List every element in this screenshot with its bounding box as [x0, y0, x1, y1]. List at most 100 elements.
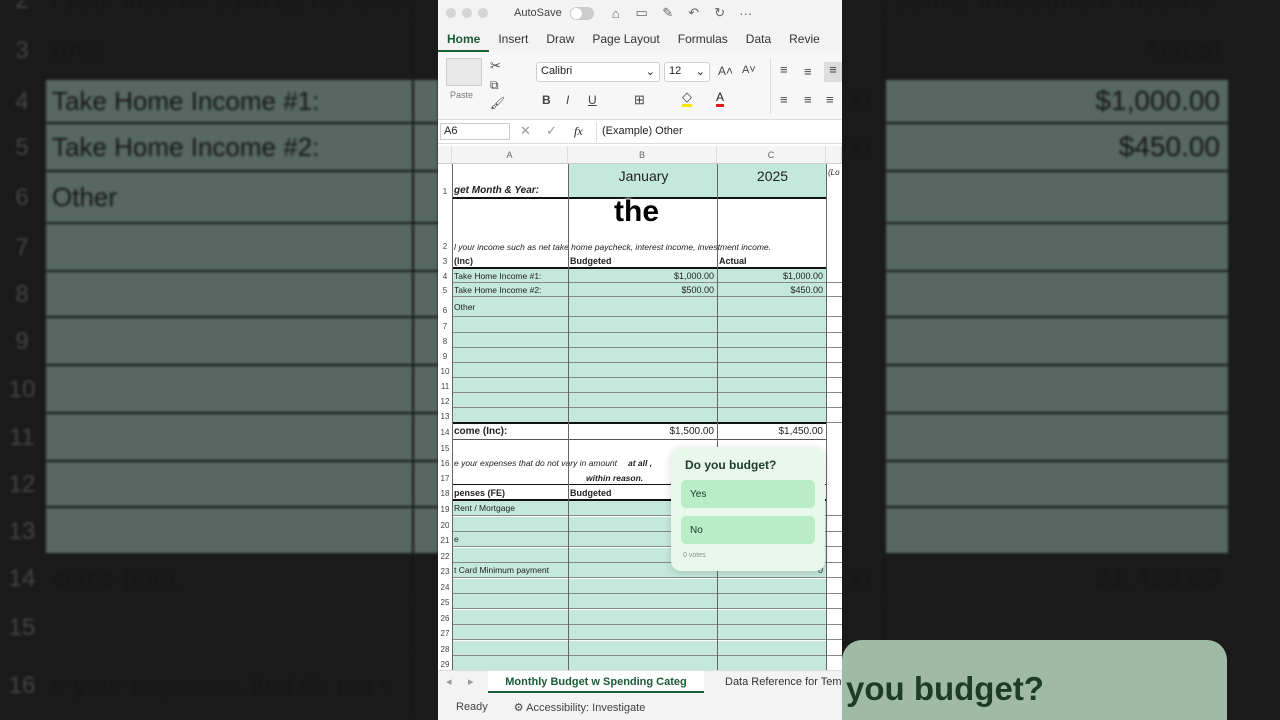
row-number[interactable]: 22 — [438, 552, 452, 561]
table-cell[interactable] — [826, 501, 842, 516]
table-cell[interactable] — [452, 578, 568, 594]
row-number[interactable]: 14 — [438, 428, 452, 437]
table-cell[interactable] — [717, 348, 826, 363]
align-bottom-icon[interactable]: ≡ — [824, 62, 842, 82]
tab-page-layout[interactable]: Page Layout — [583, 26, 668, 52]
table-cell[interactable]: come (Inc): — [452, 424, 568, 439]
row-number[interactable]: 3 — [438, 257, 452, 266]
table-cell[interactable]: $1,000.00 — [717, 269, 826, 283]
table-cell[interactable] — [826, 594, 842, 609]
cancel-icon[interactable]: ✕ — [520, 123, 531, 139]
table-cell[interactable] — [717, 640, 826, 656]
table-cell[interactable]: penses (FE) — [452, 485, 568, 500]
row-number[interactable]: 10 — [438, 367, 452, 376]
row-number[interactable]: 12 — [438, 397, 452, 406]
table-cell[interactable] — [568, 297, 717, 317]
table-cell[interactable] — [568, 656, 717, 670]
table-cell[interactable] — [717, 297, 826, 317]
borders-icon[interactable]: ⊞ — [634, 92, 645, 108]
table-cell[interactable] — [826, 517, 842, 532]
row-number[interactable]: 16 — [438, 459, 452, 468]
table-cell[interactable]: $1,450.00 — [717, 424, 826, 439]
row-number[interactable]: 9 — [438, 352, 452, 361]
table-cell[interactable] — [826, 348, 842, 363]
table-cell[interactable] — [717, 609, 826, 625]
table-cell[interactable]: $500.00 — [568, 283, 717, 297]
table-cell[interactable] — [717, 393, 826, 408]
zoom-dot[interactable] — [478, 8, 488, 18]
table-cell[interactable] — [452, 594, 568, 609]
table-cell[interactable] — [568, 333, 717, 348]
row-number[interactable]: 7 — [438, 322, 452, 331]
save-icon[interactable]: ▭ — [632, 5, 652, 21]
table-cell[interactable] — [826, 563, 842, 578]
column-header-d[interactable] — [826, 146, 842, 164]
table-cell[interactable] — [826, 656, 842, 670]
clipboard-icon[interactable] — [446, 58, 482, 86]
tab-data[interactable]: Data — [737, 26, 780, 52]
function-icon[interactable]: fx — [574, 124, 583, 139]
autosave-toggle[interactable] — [569, 6, 594, 20]
table-cell[interactable] — [452, 609, 568, 625]
table-cell[interactable] — [452, 547, 568, 563]
table-cell[interactable]: Rent / Mortgage — [452, 501, 568, 516]
underline-button[interactable]: U — [588, 93, 597, 107]
table-cell[interactable] — [826, 625, 842, 640]
table-cell[interactable] — [452, 516, 568, 532]
row-number[interactable]: 29 — [438, 660, 452, 669]
minimize-dot[interactable] — [462, 8, 472, 18]
tab-draw[interactable]: Draw — [537, 26, 583, 52]
more-icon[interactable]: ··· — [736, 6, 756, 21]
table-cell[interactable]: $1,000.00 — [568, 269, 717, 283]
poll-option-no[interactable]: No — [681, 516, 815, 544]
table-cell[interactable] — [452, 393, 568, 408]
table-cell[interactable] — [452, 656, 568, 670]
row-number[interactable]: 28 — [438, 645, 452, 654]
table-cell[interactable] — [826, 641, 842, 656]
table-cell[interactable] — [826, 408, 842, 423]
table-cell[interactable] — [452, 640, 568, 656]
row-number[interactable]: 20 — [438, 521, 452, 530]
table-cell[interactable] — [717, 317, 826, 333]
table-cell[interactable] — [568, 363, 717, 378]
tab-formulas[interactable]: Formulas — [669, 26, 737, 52]
table-cell[interactable] — [826, 317, 842, 333]
align-right-icon[interactable]: ≡ — [826, 92, 834, 107]
row-number[interactable]: 25 — [438, 598, 452, 607]
row-number[interactable]: 27 — [438, 629, 452, 638]
cut-icon[interactable]: ✂ — [490, 58, 501, 74]
row-number[interactable]: 19 — [438, 505, 452, 514]
formula-input[interactable]: (Example) Other — [602, 125, 683, 137]
table-cell[interactable] — [717, 408, 826, 423]
table-cell[interactable] — [568, 393, 717, 408]
grow-font-button[interactable]: A˄ — [718, 64, 733, 78]
tab-monthly-budget[interactable]: Monthly Budget w Spending Categ — [488, 671, 704, 693]
font-size-select[interactable]: 12 ⌄ — [664, 62, 710, 82]
table-cell[interactable]: Take Home Income #1: — [452, 269, 568, 283]
italic-button[interactable]: I — [566, 93, 569, 107]
table-cell[interactable] — [826, 579, 842, 594]
close-dot[interactable] — [446, 8, 456, 18]
poll-option-yes[interactable]: Yes — [681, 480, 815, 508]
table-cell[interactable]: (Inc) — [452, 253, 568, 268]
table-cell[interactable] — [826, 333, 842, 348]
table-cell[interactable]: e — [452, 532, 568, 547]
table-cell[interactable] — [826, 548, 842, 563]
format-painter-icon[interactable]: 🖌 — [490, 96, 505, 110]
table-cell[interactable] — [452, 317, 568, 333]
table-cell[interactable]: t Card Minimum payment — [452, 563, 568, 578]
table-cell[interactable] — [826, 378, 842, 393]
table-cell[interactable] — [568, 317, 717, 333]
table-cell[interactable] — [568, 408, 717, 423]
column-header-a[interactable]: A — [452, 146, 568, 164]
table-cell[interactable] — [717, 656, 826, 670]
table-cell[interactable] — [717, 333, 826, 348]
copy-icon[interactable]: ⧉ — [490, 78, 499, 93]
table-cell[interactable] — [452, 348, 568, 363]
table-cell[interactable] — [568, 609, 717, 625]
font-name-select[interactable]: Calibri ⌄ — [536, 62, 660, 82]
table-cell[interactable] — [717, 625, 826, 640]
row-number[interactable]: 24 — [438, 583, 452, 592]
name-box[interactable]: A6 — [440, 123, 510, 140]
table-cell[interactable]: (Lo — [826, 164, 842, 198]
